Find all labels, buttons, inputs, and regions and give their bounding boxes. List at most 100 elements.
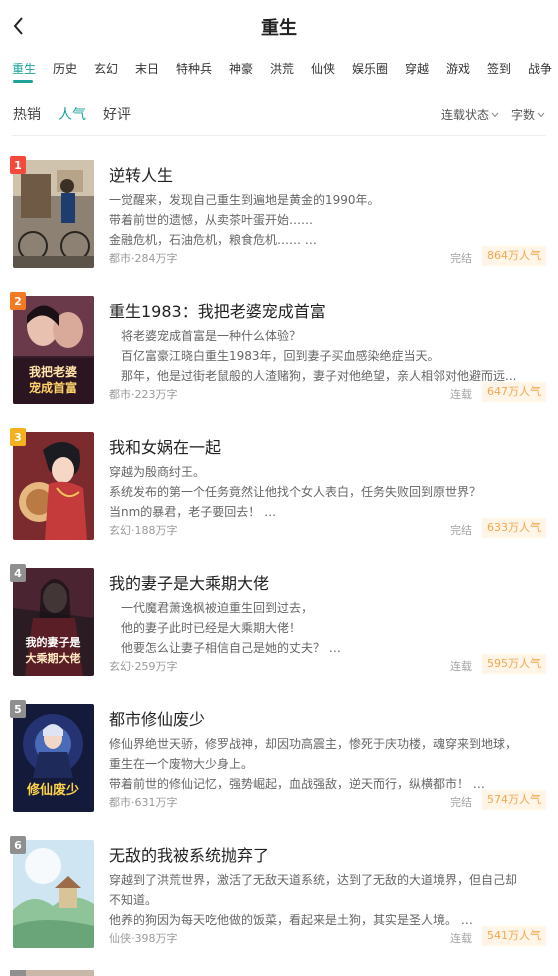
book-list-item[interactable]: 我把老婆 宠成首富 2 重生1983：我把老婆宠成首富 将老婆宠成首富是一种什么… — [0, 292, 558, 416]
description-line: 那年，他是过街老鼠般的人渣赌狗，妻子对他绝望，亲人相邻对他避而远... — [121, 369, 517, 383]
words-filter-dropdown[interactable]: 字数 — [511, 106, 545, 123]
description-line: 将老婆宠成首富是一种什么体验？ — [121, 329, 302, 343]
top-bar: 重生 — [0, 0, 558, 52]
sort-rating[interactable]: 好评 — [103, 104, 131, 124]
book-description: 将老婆宠成首富是一种什么体验？ 百亿富豪江晓白重生1983年，回到妻子买血感染绝… — [121, 326, 544, 386]
description-line: 重生在一个废物大少身上。 — [109, 757, 254, 771]
description-line: 不知道。 — [109, 893, 158, 907]
tab-category[interactable]: 战争 — [528, 60, 552, 77]
cover-title-line: 修仙废少 — [26, 782, 79, 798]
sort-popular[interactable]: 人气 — [58, 104, 86, 124]
tab-category[interactable]: 签到 — [487, 60, 511, 77]
book-meta: 都市·284万字 — [109, 252, 178, 265]
tab-category[interactable]: 末日 — [135, 60, 159, 77]
book-genre: 玄幻 — [109, 660, 131, 673]
book-word-count: 223万字 — [134, 388, 178, 401]
words-filter-label: 字数 — [511, 108, 536, 122]
book-description: 穿越为殷商纣王。 系统发布的第一个任务竟然让他找个女人表白，任务失败回到原世界？… — [109, 462, 544, 522]
popularity-badge: 574万人气 — [482, 790, 546, 810]
tab-category[interactable]: 特种兵 — [176, 60, 212, 77]
tab-category[interactable]: 洪荒 — [270, 60, 294, 77]
cover-title-line: 大乘期大佬 — [26, 651, 81, 665]
description-line: 他要怎么让妻子相信自己是她的丈夫？ … — [121, 641, 341, 655]
book-cover[interactable]: 我把老婆 宠成首富 — [13, 296, 94, 404]
book-cover[interactable] — [13, 160, 94, 268]
chevron-down-icon — [491, 112, 499, 117]
popularity-badge: 595万人气 — [482, 654, 546, 674]
description-line: 百亿富豪江晓白重生1983年，回到妻子买血感染绝症当天。 — [121, 349, 440, 363]
chevron-down-icon — [537, 112, 545, 117]
description-line: 穿越为殷商纣王。 — [109, 465, 206, 479]
book-title[interactable]: 都市修仙废少 — [109, 706, 205, 730]
book-description: 一觉醒来，发现自己重生到遍地是黄金的1990年。 带着前世的遗憾，从卖茶叶蛋开始… — [109, 190, 544, 250]
book-status: 连载 — [450, 660, 472, 673]
cover-title-line: 我的妻子是 — [26, 635, 82, 649]
page-title: 重生 — [261, 18, 297, 39]
tab-category[interactable]: 娱乐圈 — [352, 60, 388, 77]
book-description: 穿越到了洪荒世界，激活了无敌天道系统，达到了无敌的大道境界，但自己却 不知道。 … — [109, 870, 544, 930]
book-meta: 玄幻·188万字 — [109, 524, 178, 537]
tab-category[interactable]: 穿越 — [405, 60, 429, 77]
book-cover[interactable]: 我的妻子是 大乘期大佬 — [13, 568, 94, 676]
rank-badge: 4 — [10, 564, 26, 582]
book-meta: 都市·223万字 — [109, 388, 178, 401]
book-title[interactable]: 逆转人生 — [109, 162, 173, 186]
rank-badge: 1 — [10, 156, 26, 174]
description-line: 一觉醒来，发现自己重生到遍地是黄金的1990年。 — [109, 193, 380, 207]
sort-hot[interactable]: 热销 — [13, 104, 41, 124]
book-cover[interactable]: 修仙废少 — [13, 704, 94, 812]
book-list-item[interactable]: 3 我和女娲在一起 穿越为殷商纣王。 系统发布的第一个任务竟然让他找个女人表白，… — [0, 428, 558, 552]
book-word-count: 259万字 — [134, 660, 178, 673]
tab-category[interactable]: 游戏 — [446, 60, 470, 77]
book-meta: 都市·631万字 — [109, 796, 178, 809]
book-title[interactable]: 重生1983：我把老婆宠成首富 — [109, 298, 326, 322]
book-title[interactable]: 我和女娲在一起 — [109, 434, 221, 458]
book-list-item[interactable]: 1 逆转人生 一觉醒来，发现自己重生到遍地是黄金的1990年。 带着前世的遗憾，… — [0, 156, 558, 280]
popularity-badge: 647万人气 — [482, 382, 546, 402]
status-filter-label: 连载状态 — [441, 108, 490, 122]
rank-badge: 2 — [10, 292, 26, 310]
book-genre: 玄幻 — [109, 524, 131, 537]
book-list-item[interactable]: 6 无敌的我被系统抛弃了 穿越到了洪荒世界，激活了无敌天道系统，达到了无敌的大道… — [0, 836, 558, 960]
tab-category[interactable]: 仙侠 — [311, 60, 335, 77]
book-description: 一代魔君萧逸枫被迫重生回到过去， 他的妻子此时已经是大乘期大佬！ 他要怎么让妻子… — [121, 598, 544, 658]
book-list-item[interactable]: 修仙废少 5 都市修仙废少 修仙界绝世天骄，修罗战神，却因功高震主，惨死于庆功楼… — [0, 700, 558, 824]
popularity-badge: 541万人气 — [482, 926, 546, 946]
tab-category[interactable]: 历史 — [53, 60, 77, 77]
book-word-count: 631万字 — [134, 796, 178, 809]
book-meta: 玄幻·259万字 — [109, 660, 178, 673]
book-list-item[interactable]: 我的妻子是 大乘期大佬 4 我的妻子是大乘期大佬 一代魔君萧逸枫被迫重生回到过去… — [0, 564, 558, 688]
book-word-count: 188万字 — [134, 524, 178, 537]
book-title[interactable]: 无敌的我被系统抛弃了 — [109, 842, 269, 866]
book-genre: 都市 — [109, 388, 131, 401]
book-title[interactable]: 我的妻子是大乘期大佬 — [109, 570, 269, 594]
book-genre: 仙侠 — [109, 932, 131, 945]
divider — [12, 135, 546, 136]
book-status: 完结 — [450, 252, 472, 265]
tab-category[interactable]: 神豪 — [229, 60, 253, 77]
book-word-count: 284万字 — [134, 252, 178, 265]
description-line: 穿越到了洪荒世界，激活了无敌天道系统，达到了无敌的大道境界，但自己却 — [109, 873, 518, 887]
book-genre: 都市 — [109, 252, 131, 265]
book-meta: 仙侠·398万字 — [109, 932, 178, 945]
book-cover[interactable] — [13, 432, 94, 540]
book-status: 连载 — [450, 388, 472, 401]
book-status: 完结 — [450, 524, 472, 537]
book-word-count: 398万字 — [134, 932, 178, 945]
tab-category[interactable]: 玄幻 — [94, 60, 118, 77]
book-genre: 都市 — [109, 796, 131, 809]
tab-category[interactable]: 重生 — [12, 60, 36, 77]
description-line: 他养的狗因为每天吃他做的饭菜，看起来是土狗，其实是圣人境。 … — [109, 913, 473, 927]
cover-title-line: 我把老婆 — [29, 364, 77, 379]
popularity-badge: 633万人气 — [482, 518, 546, 538]
description-line: 一代魔君萧逸枫被迫重生回到过去， — [121, 601, 314, 615]
description-line: 修仙界绝世天骄，修罗战神，却因功高震主，惨死于庆功楼，魂穿来到地球， — [109, 737, 518, 751]
description-line: 金融危机，石油危机，粮食危机…… … — [109, 233, 317, 247]
book-cover[interactable] — [13, 840, 94, 948]
book-description: 修仙界绝世天骄，修罗战神，却因功高震主，惨死于庆功楼，魂穿来到地球， 重生在一个… — [109, 734, 544, 794]
book-status: 连载 — [450, 932, 472, 945]
rank-badge: 6 — [10, 836, 26, 854]
description-line: 当nm的暴君，老子要回去！ … — [109, 505, 277, 519]
category-tabs: 重生 历史 玄幻 末日 特种兵 神豪 洪荒 仙侠 娱乐圈 穿越 游戏 签到 战争 — [0, 56, 558, 84]
status-filter-dropdown[interactable]: 连载状态 — [441, 106, 499, 123]
